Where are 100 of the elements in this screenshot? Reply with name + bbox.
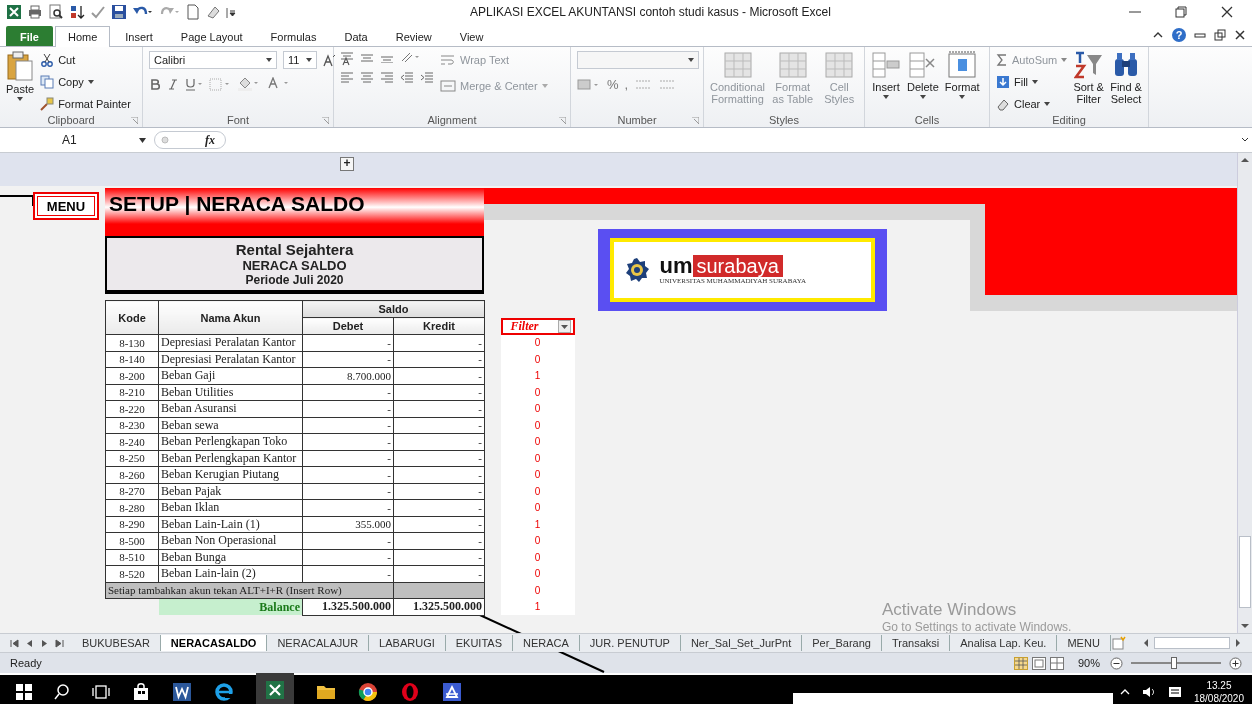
zoom-level[interactable]: 90% [1077,657,1100,669]
restore-icon[interactable] [1214,29,1226,41]
table-cell: 0 [500,582,575,599]
ribbon-tab[interactable]: Formulas [257,26,330,46]
paste-button[interactable]: Paste [6,51,35,101]
chrome-icon[interactable] [358,682,378,702]
sort-icon[interactable] [69,4,85,20]
scroll-left-icon[interactable] [1142,638,1150,648]
dialog-launcher-icon[interactable] [322,116,329,124]
sort-filter-button[interactable]: Sort & Filter [1073,51,1105,105]
restore-icon[interactable] [1174,5,1188,19]
font-family-dropdown[interactable]: Calibri [149,51,277,69]
close-icon[interactable] [1234,29,1246,41]
clear-format-icon[interactable] [205,4,221,20]
folder-icon[interactable] [316,683,336,701]
cells-button[interactable]: Delete [907,51,939,99]
slider-thumb[interactable] [1171,657,1178,669]
page-break-view-icon[interactable] [1049,656,1064,670]
dropdown-arrow-icon [883,95,889,99]
spelling-icon[interactable] [90,4,106,20]
windows-start-icon[interactable] [16,684,32,700]
orientation-icon[interactable] [400,51,422,63]
fill-color-icon[interactable] [237,77,261,91]
browser-e-icon[interactable] [214,682,234,702]
page-layout-view-icon[interactable] [1031,656,1046,670]
table-cell: 0 [500,483,575,500]
ribbon-tab[interactable]: Insert [112,26,166,46]
vertical-scrollbar[interactable] [1237,153,1252,633]
emblem-icon [623,257,650,283]
clock-time[interactable]: 13.25 [1206,679,1232,692]
format-cells-icon [947,51,978,79]
search-icon[interactable] [54,684,70,700]
next-sheet-icon[interactable] [40,638,49,648]
ribbon-tab[interactable]: Review [382,26,445,46]
zoom-in-icon[interactable] [1229,656,1242,670]
word-app-icon[interactable] [172,682,192,702]
speaker-icon[interactable] [1141,686,1156,698]
italic-icon[interactable] [167,77,179,91]
show-hidden-icons-icon[interactable] [1119,688,1130,696]
expand-button[interactable]: + [340,157,354,171]
scroll-right-icon[interactable] [1234,638,1242,648]
window-title: APLIKASI EXCEL AKUNTANSI contoh studi kasus - Microsoft Excel [470,5,831,19]
store-bag-icon[interactable] [132,683,150,701]
group-label: Styles [769,114,799,126]
clock-date[interactable]: 18/08/2020 [1193,692,1244,704]
excel-logo-icon[interactable] [6,4,22,20]
new-document-icon[interactable] [186,4,200,20]
grow-font-icon[interactable] [323,53,336,67]
cells-button[interactable]: Format [944,51,980,99]
filter-header[interactable]: Filter [500,317,575,335]
sort-filter-icon [1073,51,1104,79]
ribbon-tab[interactable]: View [446,26,497,46]
bold-icon[interactable] [149,77,161,91]
scroll-thumb[interactable] [1239,536,1251,608]
increase-indent-icon[interactable] [420,71,434,83]
cut-button[interactable]: Cut [40,51,131,69]
dialog-launcher-icon[interactable] [131,116,138,124]
last-sheet-icon[interactable] [55,638,64,648]
dropdown-arrow-icon [87,80,94,84]
file-menu-button[interactable]: File [6,26,53,46]
zoom-out-icon[interactable] [1110,656,1123,670]
dropdown-arrow-icon [1032,80,1039,84]
close-icon[interactable] [1220,5,1234,19]
clear-button[interactable]: Clear [996,95,1068,113]
save-icon[interactable] [111,4,127,20]
previous-sheet-icon[interactable] [25,638,34,648]
copy-button[interactable]: Copy [40,73,131,91]
percent-style-button[interactable]: % [607,77,619,92]
opera-icon[interactable] [400,682,420,702]
cells-button[interactable]: Insert [871,51,901,99]
help-button[interactable]: ? [1172,28,1186,42]
notifications-icon[interactable] [1167,686,1182,698]
ribbon-tab[interactable]: Home [54,26,111,47]
normal-view-icon[interactable] [1013,656,1028,670]
format-painter-button[interactable]: Format Painter [40,95,131,113]
scroll-up-icon[interactable] [1240,156,1250,164]
ribbon-tab[interactable]: Data [331,26,381,46]
ribbon-tab[interactable]: Page Layout [167,26,256,46]
first-sheet-icon[interactable] [10,638,19,648]
dialog-launcher-icon[interactable] [559,116,566,124]
fill-button[interactable]: Fill [996,73,1068,91]
underline-icon[interactable] [185,77,203,91]
font-color-icon[interactable] [267,77,291,91]
excel-app-icon[interactable] [265,680,285,700]
scanner-app-icon[interactable] [442,682,462,702]
scroll-down-icon[interactable] [1240,622,1250,630]
insert-function-button[interactable]: fx [205,132,215,148]
font-size-dropdown[interactable]: 11 [283,51,317,69]
task-view-icon[interactable] [92,684,110,700]
comma-style-button[interactable]: , [624,77,629,92]
sheet-tab[interactable]: NERACASALDO [160,635,268,651]
find-select-button[interactable]: Find & Select [1110,51,1142,105]
menu-button[interactable]: MENU [33,192,99,220]
zoom-slider[interactable] [1131,657,1221,669]
print-preview-icon[interactable] [48,4,64,20]
name-box[interactable]: A1 [2,131,150,149]
dialog-launcher-icon[interactable] [692,116,699,124]
decrease-indent-icon[interactable] [400,71,414,83]
wrap-text-icon [440,54,456,66]
print-icon[interactable] [27,4,43,20]
